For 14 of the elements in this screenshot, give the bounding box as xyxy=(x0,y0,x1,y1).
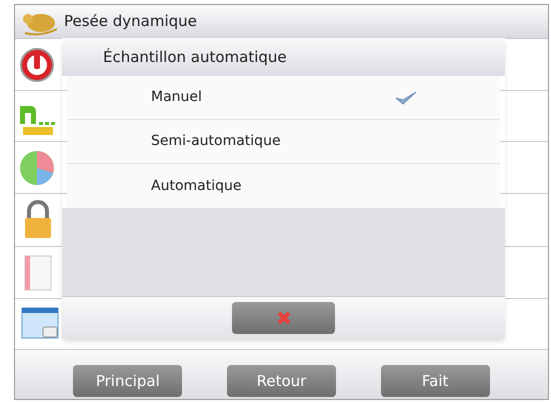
footer-button[interactable]: Retour xyxy=(226,365,336,397)
dialog-title: Échantillon automatique xyxy=(103,46,287,68)
power-icon xyxy=(18,46,56,84)
header-title: Pesée dynamique xyxy=(64,11,197,32)
cancel-button[interactable] xyxy=(232,302,335,334)
option-item[interactable]: Manuel xyxy=(67,76,500,120)
option-item[interactable]: Automatique xyxy=(67,164,500,208)
footer-button[interactable]: Fait xyxy=(380,365,490,397)
pie-chart-icon xyxy=(18,148,56,186)
printer-window-icon xyxy=(21,307,59,341)
option-item[interactable]: Semi-automatique xyxy=(67,120,500,164)
footer-button[interactable]: Principal xyxy=(73,365,182,397)
book-icon xyxy=(23,254,53,292)
close-icon xyxy=(276,310,292,326)
